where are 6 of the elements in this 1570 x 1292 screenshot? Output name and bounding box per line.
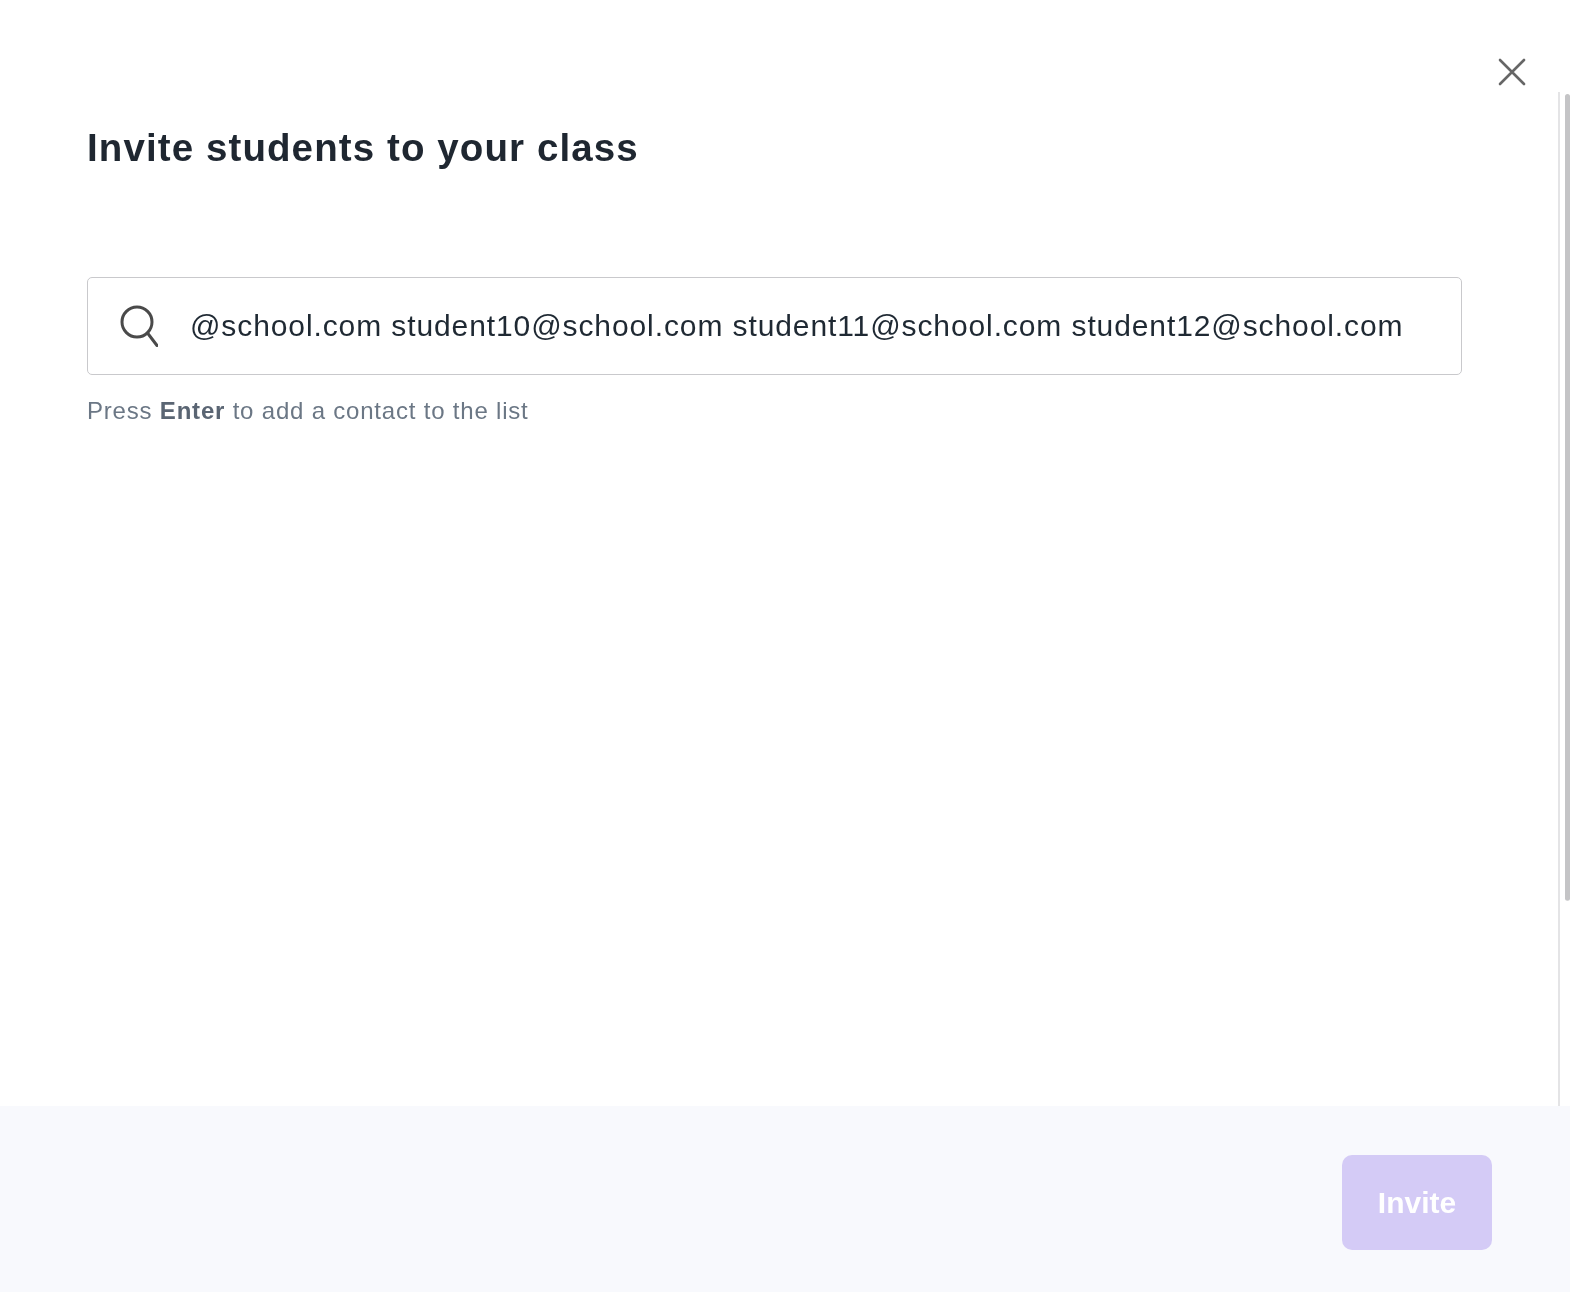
search-field[interactable]: @school.com student10@school.com student11@school.com student12@school.com bbox=[87, 277, 1462, 375]
search-icon bbox=[120, 305, 158, 347]
close-icon bbox=[1498, 58, 1526, 86]
dialog-title: Invite students to your class bbox=[87, 125, 639, 171]
close-button[interactable] bbox=[1496, 56, 1528, 88]
hint-text: Press Enter to add a contact to the list bbox=[87, 396, 529, 426]
